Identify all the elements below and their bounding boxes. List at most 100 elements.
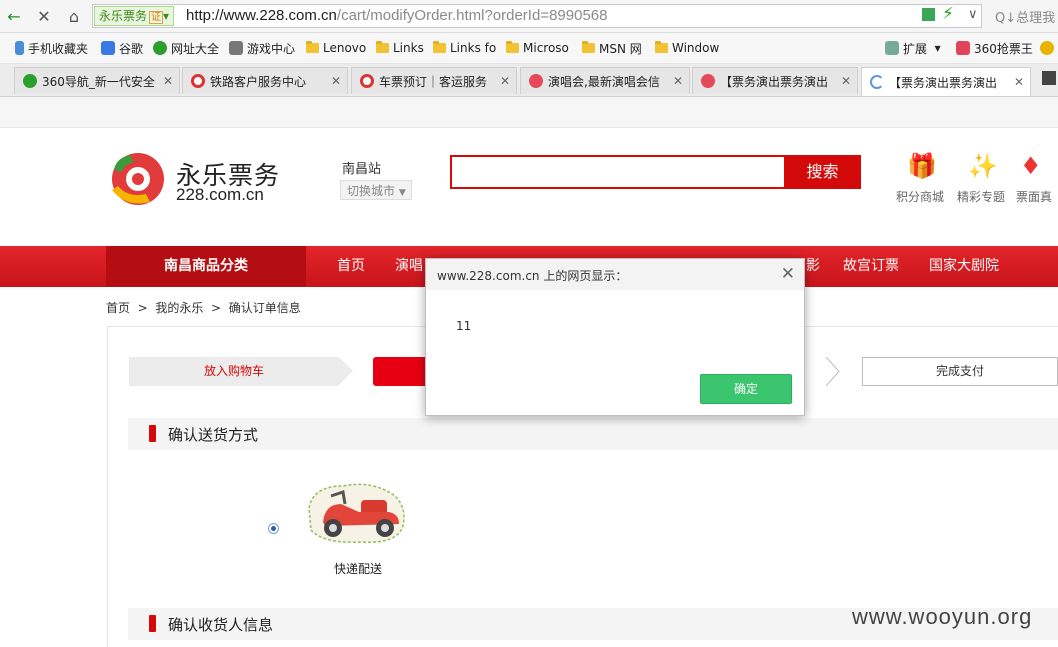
tab-360[interactable]: 360导航_新一代安全 ✕ — [14, 67, 180, 94]
dialog-title: www.228.com.cn 上的网页显示： — [437, 269, 628, 283]
nav-palace-tickets[interactable]: 故宫订票 — [843, 246, 899, 287]
nav-film[interactable]: 影 — [806, 246, 820, 287]
site-name: 永乐票务 — [99, 9, 148, 23]
delivery-radio[interactable] — [268, 523, 279, 534]
tab-favicon-partial[interactable] — [1042, 71, 1056, 85]
browser-search-box[interactable]: Q↓总理我 — [995, 7, 1055, 26]
ticket-icon — [956, 41, 970, 55]
category-menu[interactable]: 南昌商品分类 — [106, 246, 306, 287]
lightning-icon[interactable]: ⚡ — [942, 4, 954, 24]
nav-site-icon — [153, 41, 167, 55]
tab-favicon — [529, 74, 543, 88]
breadcrumb-current: 确认订单信息 — [228, 301, 301, 315]
bookmark-links[interactable]: Links — [376, 40, 424, 56]
section-delivery: 确认送货方式 — [128, 418, 1058, 450]
extensions-menu[interactable]: 扩展 ▾ — [885, 40, 941, 56]
current-city: 南昌站 — [342, 162, 382, 177]
folder-icon — [306, 41, 319, 53]
section-title: 确认收货人信息 — [168, 616, 274, 634]
loading-spinner-icon — [870, 75, 884, 89]
scooter-icon[interactable] — [303, 478, 409, 546]
close-tab-icon[interactable]: ✕ — [841, 74, 851, 88]
bookmark-links-fo[interactable]: Links fo — [433, 40, 496, 56]
magic-wand-icon: ✨ — [968, 152, 998, 180]
bookmark-windows[interactable]: Window — [655, 40, 719, 56]
gift-icon: 🎁 — [907, 152, 937, 180]
switch-city-dropdown[interactable]: 切换城市 ▼ — [340, 180, 412, 200]
close-tab-icon[interactable]: ✕ — [331, 74, 341, 88]
points-mall-link[interactable]: 🎁 积分商城 — [895, 152, 945, 205]
featured-topics-link[interactable]: ✨ 精彩专题 — [956, 152, 1006, 205]
extension-shield[interactable] — [1040, 40, 1058, 56]
dialog-message: 11 — [456, 319, 472, 333]
bookmark-msn[interactable]: MSN 网 — [582, 40, 642, 56]
close-icon[interactable]: ✕ — [781, 264, 795, 284]
bookmark-microsoft[interactable]: Microso — [506, 40, 569, 56]
bookmark-nav[interactable]: 网址大全 — [153, 40, 219, 56]
breadcrumb-my-account[interactable]: 我的永乐 — [155, 301, 203, 315]
folder-icon — [582, 41, 595, 53]
step-arrow — [826, 357, 840, 386]
badge-icon: ♦ — [1020, 152, 1042, 180]
qr-code-icon[interactable] — [922, 8, 935, 21]
bookmark-mobile[interactable]: 手机收藏夹 — [15, 40, 88, 56]
tab-concert[interactable]: 演唱会,最新演唱会信 ✕ — [520, 67, 690, 94]
step-arrow — [339, 357, 353, 385]
tab-railway[interactable]: 铁路客户服务中心 ✕ — [182, 67, 348, 94]
tab-favicon — [701, 74, 715, 88]
url-host: http://www.228.com.cn — [186, 7, 337, 24]
folder-icon — [655, 41, 668, 53]
close-tab-icon[interactable]: ✕ — [163, 74, 173, 88]
bookmark-lenovo[interactable]: Lenovo — [306, 40, 366, 56]
tab-favicon — [360, 74, 374, 88]
delivery-option-label[interactable]: 快递配送 — [334, 560, 382, 577]
site-identity-badge[interactable]: 永乐票务证 ▾ — [94, 6, 175, 26]
breadcrumb-separator: > — [133, 301, 152, 315]
stop-icon[interactable]: ✕ — [32, 4, 56, 28]
section-marker — [149, 425, 156, 442]
nav-concert[interactable]: 演唱 — [395, 246, 423, 287]
breadcrumb-home[interactable]: 首页 — [106, 301, 130, 315]
search-input[interactable] — [450, 155, 786, 189]
google-icon — [101, 41, 115, 55]
certificate-icon: 证 — [149, 11, 164, 24]
folder-icon — [376, 41, 389, 53]
dropdown-chevron-icon[interactable]: ∨ — [968, 7, 978, 22]
tab-ticket-booking[interactable]: 车票预订｜客运服务 ✕ — [351, 67, 517, 94]
close-tab-icon[interactable]: ✕ — [1014, 75, 1024, 89]
tab-favicon — [191, 74, 205, 88]
folder-icon — [506, 41, 519, 53]
step-confirm-order-active — [373, 357, 433, 386]
authentic-ticket-link[interactable]: ♦ 票面真 — [1016, 152, 1058, 205]
step-complete-payment: 完成支付 — [862, 357, 1058, 386]
close-tab-icon[interactable]: ✕ — [673, 74, 683, 88]
breadcrumb: 首页 > 我的永乐 > 确认订单信息 — [106, 299, 301, 316]
tab-tickets-active[interactable]: 【票务演出票务演出 ✕ — [861, 67, 1031, 96]
extensions-icon — [885, 41, 899, 55]
back-arrow-icon[interactable]: ← — [2, 4, 26, 28]
ok-button[interactable]: 确定 — [700, 374, 792, 404]
tab-tickets-1[interactable]: 【票务演出票务演出 ✕ — [692, 67, 858, 94]
logo-icon[interactable] — [106, 150, 176, 208]
breadcrumb-separator: > — [207, 301, 225, 315]
url-text[interactable]: http://www.228.com.cn/cart/modifyOrder.h… — [186, 6, 607, 26]
nav-national-theatre[interactable]: 国家大剧院 — [929, 246, 999, 287]
extension-ticket-grabber[interactable]: 360抢票王 — [956, 40, 1033, 56]
watermark: www.wooyun.org — [852, 604, 1033, 629]
logo-domain[interactable]: 228.com.cn — [176, 185, 264, 205]
section-marker — [149, 615, 156, 632]
shield-icon — [1040, 41, 1054, 55]
chevron-down-icon: ▼ — [398, 188, 406, 198]
search-button[interactable]: 搜索 — [784, 155, 861, 189]
bookmark-games[interactable]: 游戏中心 — [229, 40, 295, 56]
phone-icon — [15, 41, 24, 55]
alert-dialog: www.228.com.cn 上的网页显示： ✕ 11 确定 — [425, 258, 805, 416]
url-path: /cart/modifyOrder.html?orderId=8990568 — [336, 7, 608, 24]
tab-favicon — [23, 74, 37, 88]
nav-home[interactable]: 首页 — [337, 246, 365, 287]
gamepad-icon — [229, 41, 243, 55]
bookmark-google[interactable]: 谷歌 — [101, 40, 143, 56]
close-tab-icon[interactable]: ✕ — [500, 74, 510, 88]
home-icon[interactable]: ⌂ — [62, 4, 86, 28]
step-add-to-cart: 放入购物车 — [129, 357, 339, 386]
